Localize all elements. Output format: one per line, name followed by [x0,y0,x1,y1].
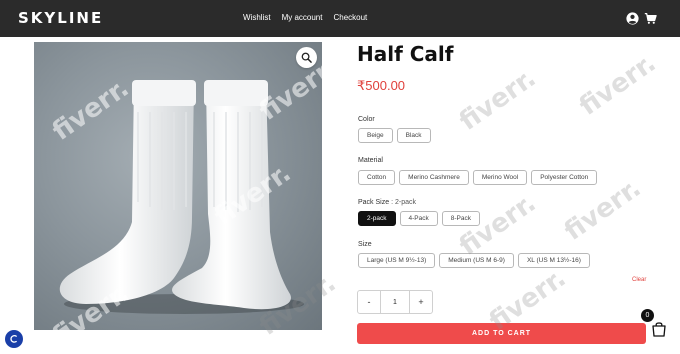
size-option-medium[interactable]: Medium (US M 6-9) [439,253,514,268]
clear-selection-link[interactable]: Clear [632,277,646,283]
pack-size-label-text: Pack Size [358,199,390,206]
material-option-cotton[interactable]: Cotton [358,170,396,185]
quantity-input[interactable] [380,291,410,313]
material-label: Material [358,157,383,164]
search-icon [301,52,312,63]
product-title: Half Calf [357,42,454,66]
size-options: Large (US M 9½-13) Medium (US M 6-9) XL … [358,253,590,268]
color-options: Beige Black [358,128,431,143]
color-option-beige[interactable]: Beige [358,128,393,143]
pack-option-4-pack[interactable]: 4-Pack [399,211,438,226]
cart-count-badge: 0 [641,309,654,322]
chat-icon [10,335,17,343]
watermark: fiverr. [574,48,662,122]
product-price: ₹500.00 [357,78,406,93]
size-option-xl[interactable]: XL (US M 13½-16) [517,253,590,268]
pack-option-8-pack[interactable]: 8-Pack [441,211,480,226]
color-option-black[interactable]: Black [396,128,431,143]
add-to-cart-button[interactable]: ADD TO CART [357,323,646,344]
color-label: Color [358,116,375,123]
pack-size-selected-value: : 2-pack [391,199,416,206]
site-logo[interactable]: SKYLINE [18,9,103,27]
nav-checkout-link[interactable]: Checkout [333,13,367,22]
user-icon[interactable] [626,12,639,25]
shopping-bag-icon[interactable] [650,320,668,338]
pack-size-label: Pack Size : 2-pack [358,199,416,206]
product-image[interactable] [34,42,322,330]
material-option-merino-wool[interactable]: Merino Wool [472,170,528,185]
zoom-button[interactable] [296,47,317,68]
nav-my-account-link[interactable]: My account [282,13,323,22]
watermark: fiverr. [454,63,542,137]
socks-illustration [59,80,304,314]
size-option-large[interactable]: Large (US M 9½-13) [358,253,436,268]
chat-widget-button[interactable] [5,330,23,348]
quantity-stepper: - + [357,290,433,314]
size-label: Size [358,241,372,248]
quantity-decrease-button[interactable]: - [358,291,380,313]
pack-size-options: 2-pack 4-Pack 8-Pack [358,211,480,226]
material-option-merino-cashmere[interactable]: Merino Cashmere [399,170,469,185]
pack-option-2-pack[interactable]: 2-pack [358,211,396,226]
quantity-increase-button[interactable]: + [410,291,432,313]
material-options: Cotton Merino Cashmere Merino Wool Polye… [358,170,598,185]
cart-icon[interactable] [644,12,657,25]
material-option-polyester-cotton[interactable]: Polyester Cotton [531,170,598,185]
main-nav: Wishlist My account Checkout [243,13,367,22]
nav-wishlist-link[interactable]: Wishlist [243,13,271,22]
site-header: SKYLINE Wishlist My account Checkout [0,0,680,37]
